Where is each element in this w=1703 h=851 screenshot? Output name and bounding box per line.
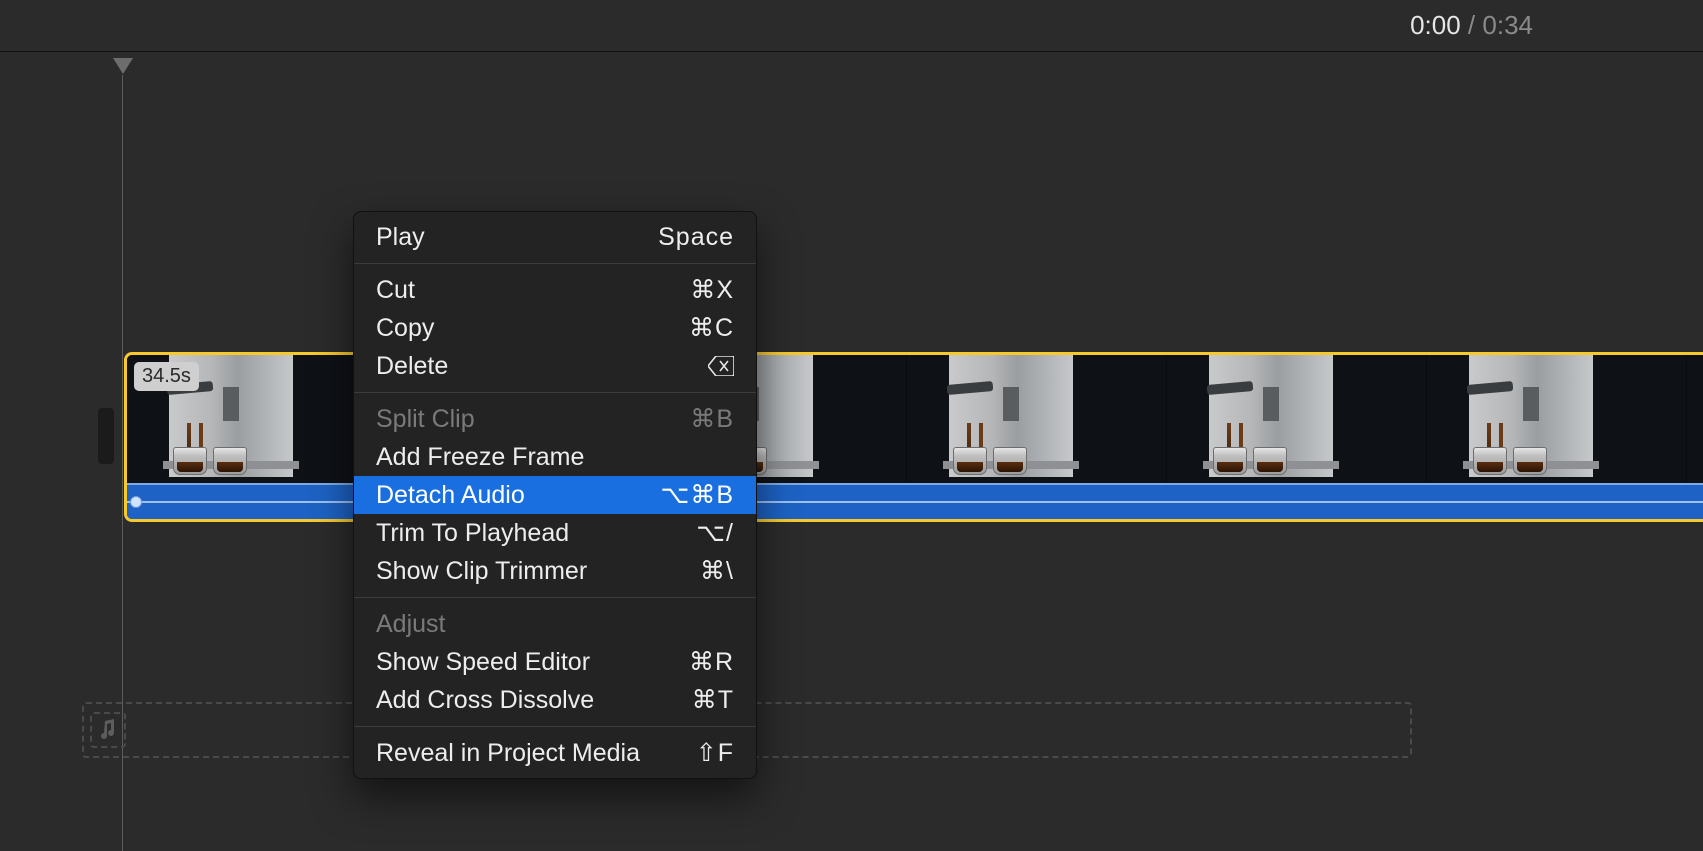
- menu-item-cut[interactable]: Cut ⌘X: [354, 271, 756, 309]
- menu-separator: [354, 392, 756, 393]
- menu-item-delete[interactable]: Delete: [354, 347, 756, 385]
- menu-item-label: Show Speed Editor: [376, 647, 590, 677]
- time-readout: 0:00 / 0:34: [1410, 10, 1533, 41]
- menu-separator: [354, 597, 756, 598]
- menu-item-label: Add Cross Dissolve: [376, 685, 594, 715]
- menu-item-label: Adjust: [376, 609, 445, 639]
- clip-context-menu: Play Space Cut ⌘X Copy ⌘C Delete Split C…: [353, 211, 757, 779]
- menu-item-shortcut: ⌘B: [690, 404, 734, 434]
- menu-item-split-clip: Split Clip ⌘B: [354, 400, 756, 438]
- clip-thumbnail: [1167, 355, 1427, 485]
- menu-item-label: Copy: [376, 313, 434, 343]
- menu-item-show-clip-trimmer[interactable]: Show Clip Trimmer ⌘\: [354, 552, 756, 590]
- menu-item-label: Split Clip: [376, 404, 475, 434]
- menu-item-label: Add Freeze Frame: [376, 442, 584, 472]
- menu-item-shortcut: ⌘X: [690, 275, 734, 305]
- menu-item-shortcut: ⌘\: [700, 556, 734, 586]
- menu-separator: [354, 726, 756, 727]
- menu-item-shortcut: ⇧F: [696, 738, 734, 768]
- music-note-icon: [90, 712, 126, 748]
- menu-item-shortcut: ⌥⌘B: [661, 480, 734, 510]
- time-separator: /: [1468, 10, 1475, 40]
- menu-separator: [354, 263, 756, 264]
- menu-item-label: Delete: [376, 351, 448, 381]
- menu-item-shortcut: Space: [658, 222, 734, 252]
- time-current: 0:00: [1410, 10, 1461, 40]
- menu-item-label: Show Clip Trimmer: [376, 556, 587, 586]
- menu-item-trim-to-playhead[interactable]: Trim To Playhead ⌥/: [354, 514, 756, 552]
- audio-keyframe-handle[interactable]: [130, 496, 142, 508]
- menu-item-shortcut: ⌥/: [696, 518, 734, 548]
- menu-item-add-freeze-frame[interactable]: Add Freeze Frame: [354, 438, 756, 476]
- playhead-marker-icon[interactable]: [113, 58, 133, 78]
- clip-edge-handle[interactable]: [98, 408, 114, 464]
- menu-item-adjust: Adjust: [354, 605, 756, 643]
- clip-duration-badge: 34.5s: [134, 362, 199, 391]
- menu-item-label: Reveal in Project Media: [376, 738, 640, 768]
- menu-item-reveal-in-project-media[interactable]: Reveal in Project Media ⇧F: [354, 734, 756, 772]
- time-total: 0:34: [1482, 10, 1533, 40]
- menu-item-copy[interactable]: Copy ⌘C: [354, 309, 756, 347]
- menu-item-shortcut: ⌘R: [689, 647, 734, 677]
- menu-item-label: Play: [376, 222, 425, 252]
- menu-item-shortcut: ⌘C: [689, 313, 734, 343]
- backspace-icon: [708, 356, 734, 376]
- clip-thumbnail: [1687, 355, 1703, 485]
- menu-item-play[interactable]: Play Space: [354, 218, 756, 256]
- menu-item-label: Detach Audio: [376, 480, 525, 510]
- menu-item-detach-audio[interactable]: Detach Audio ⌥⌘B: [354, 476, 756, 514]
- menu-item-label: Trim To Playhead: [376, 518, 569, 548]
- menu-item-add-cross-dissolve[interactable]: Add Cross Dissolve ⌘T: [354, 681, 756, 719]
- clip-thumbnail: [1427, 355, 1687, 485]
- menu-item-label: Cut: [376, 275, 415, 305]
- menu-item-shortcut: ⌘T: [692, 685, 734, 715]
- header-divider: [0, 51, 1703, 52]
- clip-thumbnail: [907, 355, 1167, 485]
- menu-item-show-speed-editor[interactable]: Show Speed Editor ⌘R: [354, 643, 756, 681]
